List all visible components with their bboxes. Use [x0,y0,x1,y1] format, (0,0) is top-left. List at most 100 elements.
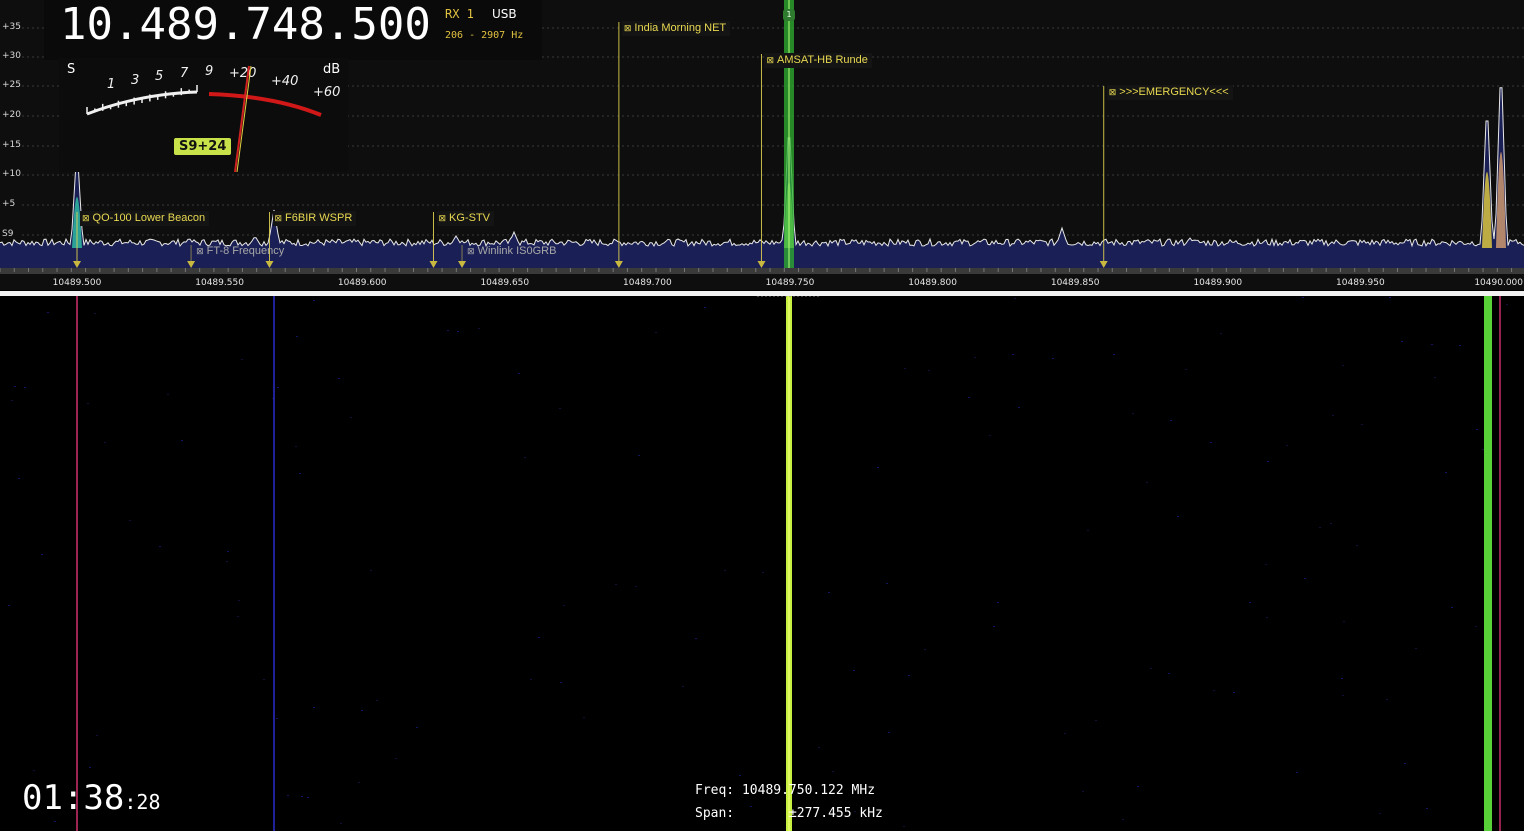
frequency-tick-label: 10489.600 [337,278,387,288]
frequency-tick-label: 10489.950 [1336,278,1385,288]
noise-speck [1431,344,1433,345]
noise-speck [361,710,363,711]
noise-speck [968,397,970,398]
bookmark-checkbox-icon[interactable]: ⊠ [1109,87,1117,97]
frequency-tick-label: 10489.800 [908,278,957,288]
noise-speck [96,735,98,736]
rx-marker-badge[interactable]: 1 [783,9,795,21]
noise-speck [1014,298,1016,299]
bookmark-label[interactable]: ⊠ KG-STV [436,211,494,226]
noise-speck [340,823,342,824]
bookmark-label[interactable]: ⊠ India Morning NET [621,21,731,36]
noise-speck [241,359,243,360]
vfo-frequency[interactable]: 10.489.748.500 [60,0,431,50]
noise-speck [227,551,229,552]
bookmark-label[interactable]: ⊠ Winlink IS0GRB [465,244,560,259]
noise-speck [1475,626,1477,627]
noise-speck [1304,578,1306,579]
noise-speck [129,520,131,521]
noise-speck [1445,472,1447,473]
bookmark-checkbox-icon[interactable]: ⊠ [196,246,204,256]
noise-speck [1082,791,1084,792]
noise-speck [1150,668,1152,669]
noise-speck [1286,445,1288,446]
bookmark-label[interactable]: ⊠ AMSAT-HB Runde [764,53,872,68]
cursor-freq-value: 10489.750.122 MHz [741,783,876,798]
noise-speck [1132,413,1134,414]
bookmark-checkbox-icon[interactable]: ⊠ [624,23,632,33]
noise-speck [1012,354,1014,355]
waterfall-trace-right [1484,296,1492,831]
noise-speck [908,675,910,676]
frequency-tick-label: 10489.750 [765,278,815,288]
mode-label[interactable]: USB [492,7,517,21]
bookmark-checkbox-icon[interactable]: ⊠ [82,213,90,223]
noise-speck [395,758,397,759]
noise-speck [299,473,301,474]
noise-speck [518,373,520,374]
s-scale-label: 1 [107,77,115,92]
noise-speck [47,312,49,313]
noise-speck [350,417,352,418]
noise-speck [1379,813,1381,814]
noise-speck [993,626,995,627]
noise-speck [1386,699,1388,700]
noise-speck [904,368,906,369]
bookmark-label[interactable]: ⊠ >>>EMERGENCY<<< [1106,85,1233,100]
noise-speck [1451,607,1453,608]
s-meter-s-label: S [67,62,75,77]
noise-speck [1233,692,1235,693]
db-scale-label: +60 [313,85,340,100]
noise-speck [1332,415,1334,416]
frequency-tick-label: 10489.900 [1193,278,1243,288]
noise-speck [1095,720,1097,721]
bookmark-label[interactable]: ⊠ FT-8 Frequency [194,244,288,259]
noise-speck [974,357,976,358]
bookmark-name: >>>EMERGENCY<<< [1119,86,1229,98]
waterfall-canvas[interactable] [0,296,1524,831]
noise-speck [1343,621,1345,622]
noise-speck [87,403,89,404]
noise-speck [238,600,240,601]
noise-speck [997,602,999,603]
noise-speck [828,592,830,593]
noise-speck [226,561,228,562]
noise-speck [1426,808,1428,809]
bookmark-checkbox-icon[interactable]: ⊠ [766,55,774,65]
noise-speck [54,821,56,822]
noise-speck [928,370,930,371]
bookmark-label[interactable]: ⊠ QO-100 Lower Beacon [80,211,210,226]
noise-speck [167,394,169,395]
noise-speck [1018,407,1020,408]
noise-speck [1177,516,1179,517]
rx-label[interactable]: RX 1 [445,7,474,21]
waterfall-display[interactable] [0,296,1524,831]
noise-speck [682,686,684,687]
cursor-span-value: ±277.455 kHz [788,806,883,821]
noise-speck [1296,772,1298,773]
noise-speck [1137,786,1139,787]
bandwidth-label[interactable]: 206 - 2907 Hz [445,30,523,41]
bookmark-checkbox-icon[interactable]: ⊠ [275,213,283,223]
noise-speck [1249,602,1251,603]
noise-speck [287,795,289,796]
s-meter-peak-needle [236,65,252,172]
bookmark-label[interactable]: ⊠ F6BIR WSPR [272,211,357,226]
noise-speck [447,330,449,331]
noise-speck [1267,461,1269,462]
noise-speck [1220,333,1222,334]
s-scale-label: 9 [205,64,213,79]
noise-speck [1389,297,1391,298]
bookmark-checkbox-icon[interactable]: ⊠ [467,246,475,256]
noise-speck [416,727,418,728]
noise-speck [296,336,298,337]
frequency-tick-label: 10489.650 [480,278,530,288]
noise-speck [8,605,10,606]
bookmark-checkbox-icon[interactable]: ⊠ [439,213,447,223]
frequency-tick-label: 10489.850 [1050,278,1100,288]
noise-speck [181,440,183,441]
noise-speck [1113,354,1115,355]
db-axis-label: +20 [2,110,21,120]
noise-speck [14,386,16,387]
noise-speck [1266,617,1268,618]
